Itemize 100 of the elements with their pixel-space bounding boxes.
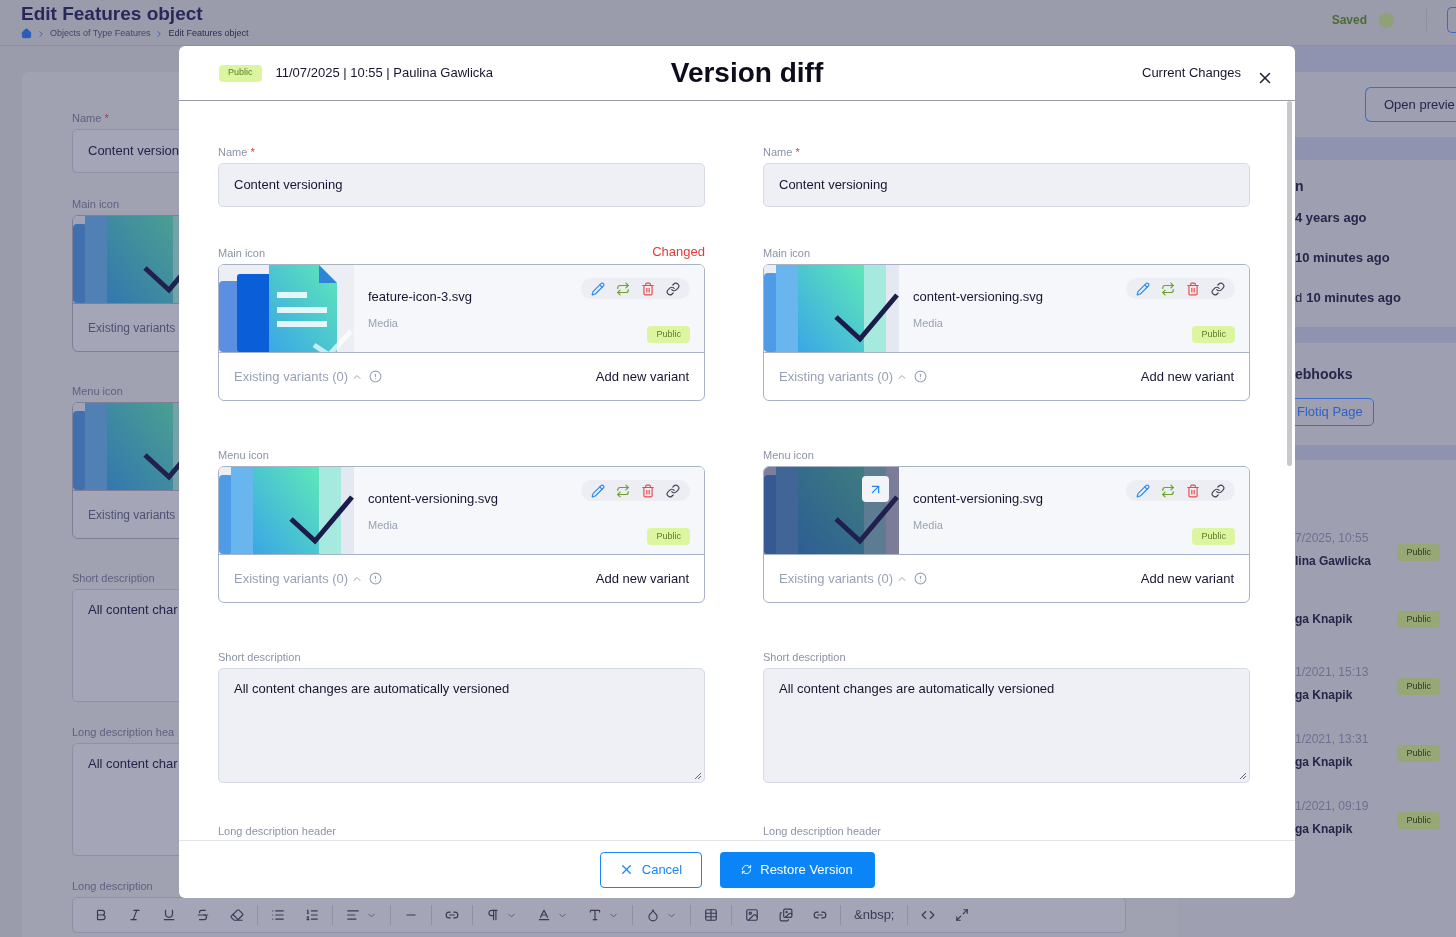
file-name: content-versioning.svg bbox=[913, 490, 1044, 508]
link-icon[interactable] bbox=[813, 908, 827, 922]
page-title: Edit Features object bbox=[21, 3, 204, 25]
replace-icon[interactable] bbox=[616, 483, 630, 498]
cancel-button[interactable]: Cancel bbox=[599, 851, 702, 888]
image-icon[interactable] bbox=[745, 908, 759, 922]
droplet-icon[interactable] bbox=[646, 908, 660, 922]
changed-label: Changed bbox=[652, 242, 705, 261]
source-label: Media bbox=[913, 517, 944, 533]
font-size-icon[interactable] bbox=[588, 908, 602, 922]
field-label: Menu icon bbox=[218, 447, 269, 463]
add-variant-link[interactable]: Add new variant bbox=[595, 568, 689, 589]
source-label: Media bbox=[913, 315, 944, 331]
variants-toggle[interactable]: Existing variants (0) bbox=[779, 366, 894, 387]
info-value: 4 years ago bbox=[1295, 209, 1367, 228]
table-icon[interactable] bbox=[704, 908, 718, 922]
fullscreen-icon[interactable] bbox=[955, 908, 970, 922]
replace-icon[interactable] bbox=[616, 281, 630, 296]
text-area[interactable]: All content changes are automatically versioned bbox=[763, 668, 1250, 783]
status-badge: Public bbox=[1397, 744, 1440, 762]
link-icon[interactable] bbox=[1211, 281, 1225, 296]
version-author: ga Knapik bbox=[1295, 821, 1354, 838]
open-button[interactable] bbox=[862, 476, 889, 502]
bold-icon[interactable] bbox=[94, 908, 108, 922]
breadcrumb-link[interactable]: Edit Features object bbox=[168, 27, 249, 41]
link-icon[interactable] bbox=[1211, 483, 1225, 498]
variants-toggle[interactable]: Existing variants (0) bbox=[779, 568, 894, 589]
underline-icon[interactable] bbox=[162, 908, 176, 922]
name-field[interactable]: Content versioning bbox=[763, 163, 1250, 207]
link-icon[interactable] bbox=[666, 483, 680, 498]
field-label: Main icon bbox=[763, 245, 811, 261]
version-author: lina Gawlicka bbox=[1295, 553, 1372, 570]
variants-toggle[interactable]: Existing variants bbox=[88, 318, 176, 337]
file-name: feature-icon-3.svg bbox=[368, 288, 473, 306]
text-area[interactable]: All content changes are automatically versioned bbox=[218, 668, 705, 783]
info-icon[interactable] bbox=[369, 572, 383, 585]
field-label: Short description bbox=[218, 649, 301, 665]
scrollbar[interactable] bbox=[1287, 101, 1292, 466]
edit-icon[interactable] bbox=[1136, 483, 1150, 498]
add-variant-link[interactable]: Add new variant bbox=[595, 366, 689, 387]
version-meta: 11/07/2025 | 10:55 | Paulina Gawlicka bbox=[275, 64, 494, 83]
status-badge: Public bbox=[219, 64, 262, 82]
status-badge: Public bbox=[1397, 811, 1440, 829]
add-variant-link[interactable]: Add new variant bbox=[1140, 568, 1234, 589]
breadcrumb-link[interactable]: Objects of Type Features bbox=[50, 27, 151, 41]
link-icon[interactable] bbox=[445, 908, 459, 922]
strikethrough-icon[interactable] bbox=[196, 908, 210, 922]
variants-toggle[interactable]: Existing variants bbox=[88, 505, 176, 524]
edit-icon[interactable] bbox=[1136, 281, 1150, 296]
resize-handle-icon[interactable] bbox=[694, 772, 702, 780]
info-label: d bbox=[1295, 289, 1303, 308]
field-label: Short description bbox=[763, 649, 846, 665]
code-icon[interactable] bbox=[921, 908, 936, 922]
link-icon[interactable] bbox=[666, 281, 680, 296]
resize-handle-icon[interactable] bbox=[1239, 772, 1247, 780]
dialog-title: Version diff bbox=[669, 56, 825, 90]
home-icon[interactable] bbox=[21, 28, 32, 40]
align-icon[interactable] bbox=[346, 908, 360, 922]
gallery-icon[interactable] bbox=[779, 908, 793, 922]
status-badge: Public bbox=[1397, 677, 1440, 695]
info-value: 10 minutes ago bbox=[1295, 249, 1390, 268]
numbered-list-icon[interactable] bbox=[305, 908, 319, 922]
info-icon[interactable] bbox=[914, 572, 928, 585]
bullet-list-icon[interactable] bbox=[271, 908, 285, 922]
open-preview-button[interactable]: Open previe bbox=[1365, 87, 1456, 122]
variants-toggle[interactable]: Existing variants (0) bbox=[234, 366, 349, 387]
delete-icon[interactable] bbox=[641, 483, 655, 498]
field-label: Name * bbox=[218, 144, 255, 160]
edit-icon[interactable] bbox=[591, 281, 605, 296]
info-icon[interactable] bbox=[914, 370, 928, 383]
version-author: ga Knapik bbox=[1295, 754, 1354, 771]
source-label: Media bbox=[368, 315, 399, 331]
edit-icon[interactable] bbox=[591, 483, 605, 498]
header-button[interactable] bbox=[1447, 7, 1456, 33]
field-label: Menu icon bbox=[763, 447, 814, 463]
variants-toggle[interactable]: Existing variants (0) bbox=[234, 568, 349, 589]
info-icon[interactable] bbox=[369, 370, 383, 383]
field-label: Long description hea bbox=[72, 725, 175, 738]
restore-version-button[interactable]: Restore Version bbox=[719, 851, 875, 888]
add-variant-link[interactable]: Add new variant bbox=[1140, 366, 1234, 387]
field-label: Menu icon bbox=[72, 384, 123, 397]
section-title: ebhooks bbox=[1294, 365, 1354, 384]
delete-icon[interactable] bbox=[641, 281, 655, 296]
chevron-right-icon bbox=[36, 28, 46, 39]
status-badge: Public bbox=[647, 528, 690, 546]
name-field[interactable]: Content versioning bbox=[218, 163, 705, 207]
version-author: ga Knapik bbox=[1295, 687, 1354, 704]
delete-icon[interactable] bbox=[1186, 483, 1200, 498]
current-changes-label: Current Changes bbox=[1142, 64, 1241, 83]
italic-icon[interactable] bbox=[128, 908, 142, 922]
delete-icon[interactable] bbox=[1186, 281, 1200, 296]
nbsp-tool[interactable]: &nbsp; bbox=[854, 905, 895, 925]
replace-icon[interactable] bbox=[1161, 281, 1175, 296]
font-icon[interactable] bbox=[537, 908, 551, 922]
eraser-icon[interactable] bbox=[230, 908, 244, 922]
file-name: content-versioning.svg bbox=[368, 490, 499, 508]
replace-icon[interactable] bbox=[1161, 483, 1175, 498]
status-badge: Public bbox=[1192, 528, 1235, 546]
paragraph-icon[interactable] bbox=[486, 908, 500, 922]
field-label: Long description bbox=[72, 879, 153, 892]
